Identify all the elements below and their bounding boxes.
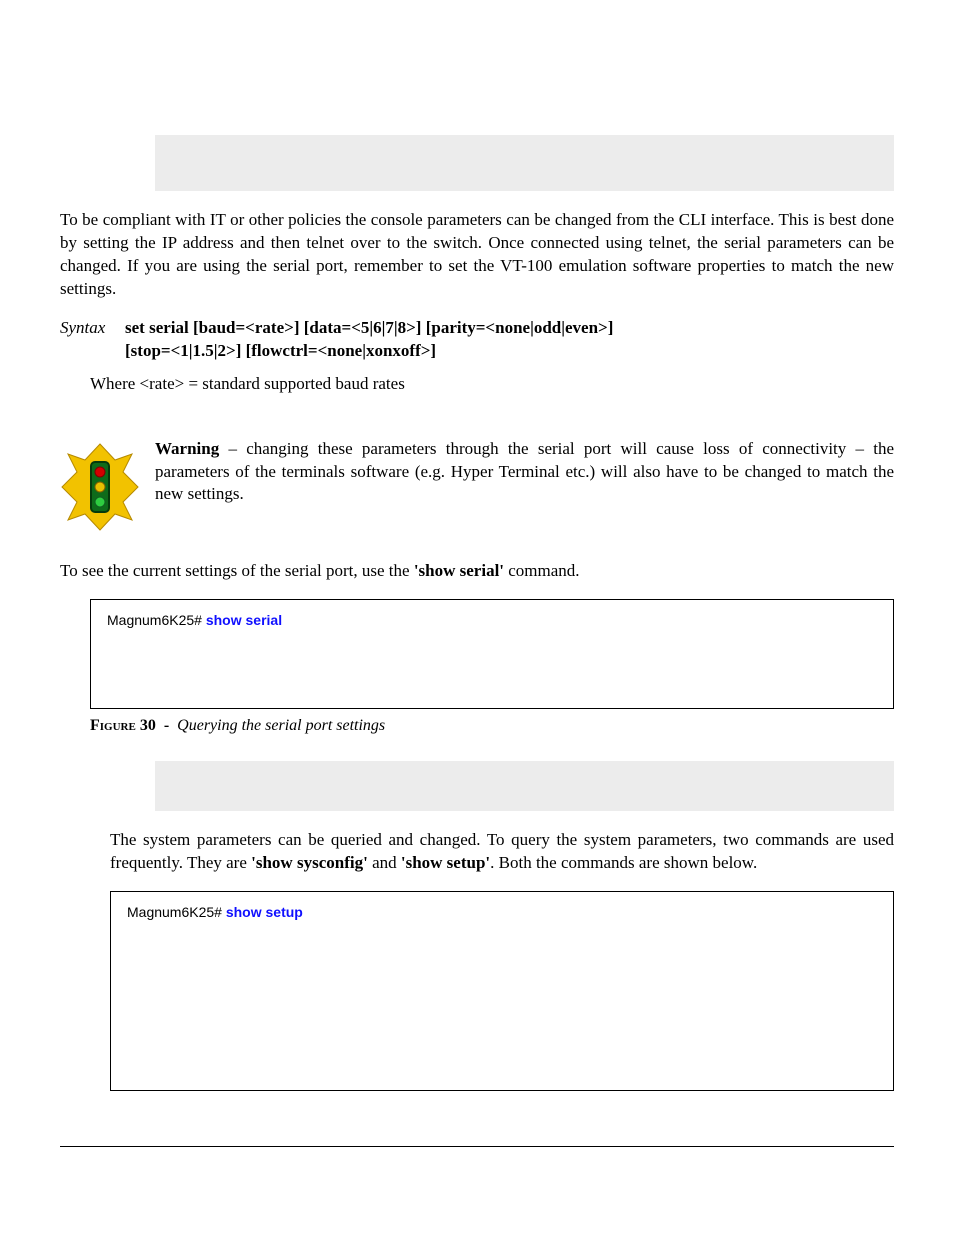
syntax-line-1: set serial [baud=<rate>] [data=<5|6|7|8>…	[125, 317, 894, 340]
show-serial-quoted: 'show serial'	[414, 561, 504, 580]
syntax-label: Syntax	[60, 317, 125, 363]
para2-and: and	[368, 853, 401, 872]
para2-post: . Both the commands are shown below.	[490, 853, 757, 872]
warning-text: Warning – changing these parameters thro…	[155, 438, 894, 507]
syntax-command: set serial [baud=<rate>] [data=<5|6|7|8>…	[125, 317, 894, 363]
terminal-output-show-serial: Magnum6K25# show serial	[90, 599, 894, 709]
terminal2-command: show setup	[226, 904, 303, 920]
terminal1-command: show serial	[206, 612, 282, 628]
terminal1-prompt: Magnum6K25#	[107, 612, 206, 628]
warning-callout: Warning – changing these parameters thro…	[60, 438, 894, 532]
paragraph-console-params: To be compliant with IT or other policie…	[60, 209, 894, 301]
section-heading-bar-2	[155, 761, 894, 811]
warning-label: Warning	[155, 439, 219, 458]
syntax-block: Syntax set serial [baud=<rate>] [data=<5…	[60, 317, 894, 363]
document-page: To be compliant with IT or other policie…	[0, 0, 954, 1235]
paragraph-show-serial-intro: To see the current settings of the seria…	[60, 560, 894, 583]
warning-body: – changing these parameters through the …	[155, 439, 894, 504]
followup-pre: To see the current settings of the seria…	[60, 561, 414, 580]
show-sysconfig-quoted: 'show sysconfig'	[251, 853, 368, 872]
terminal-output-show-setup: Magnum6K25# show setup	[110, 891, 894, 1091]
figure-label: Figure	[90, 717, 136, 734]
paragraph-system-params: The system parameters can be queried and…	[110, 829, 894, 875]
syntax-where-note: Where <rate> = standard supported baud r…	[90, 373, 894, 396]
syntax-line-2: [stop=<1|1.5|2>] [flowctrl=<none|xonxoff…	[125, 340, 894, 363]
section-heading-bar	[155, 135, 894, 191]
traffic-light-icon	[60, 438, 155, 532]
figure-number: 30	[140, 717, 156, 734]
figure-dash: -	[160, 717, 173, 734]
terminal2-prompt: Magnum6K25#	[127, 904, 226, 920]
show-setup-quoted: 'show setup'	[401, 853, 490, 872]
figure-30-caption: Figure 30 - Querying the serial port set…	[90, 715, 894, 737]
footer-rule	[60, 1146, 894, 1147]
followup-post: command.	[504, 561, 580, 580]
figure-title: Querying the serial port settings	[177, 717, 385, 734]
